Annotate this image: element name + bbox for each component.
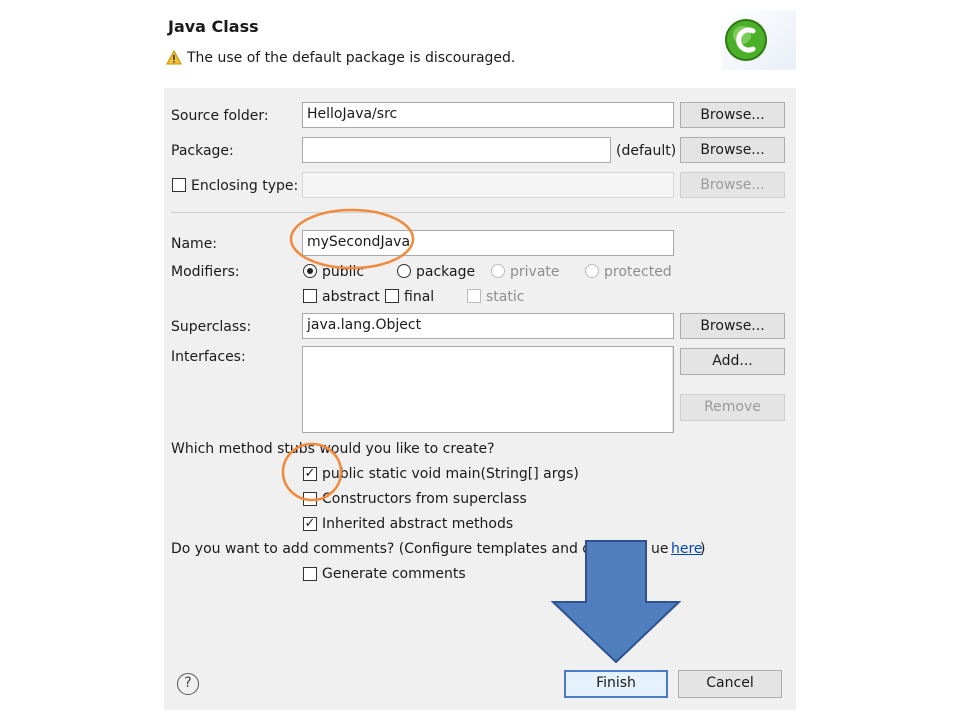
finish-arrow-icon (550, 540, 682, 664)
name-highlight-circle (289, 208, 415, 270)
annotation-layer (281, 208, 682, 664)
main-method-highlight-circle (281, 442, 343, 502)
